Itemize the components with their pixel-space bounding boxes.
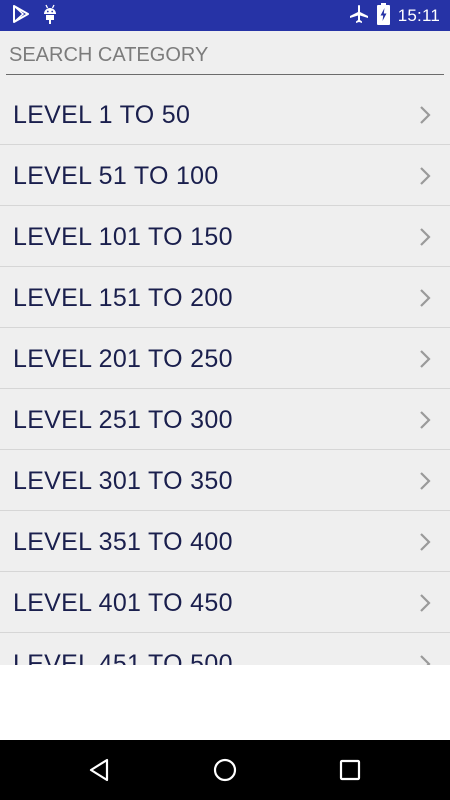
- list-item-label: LEVEL 401 TO 450: [13, 589, 233, 617]
- list-item[interactable]: LEVEL 251 TO 300: [0, 389, 450, 450]
- list-item-label: LEVEL 451 TO 500: [13, 650, 233, 665]
- chevron-right-icon: [420, 228, 431, 246]
- play-store-icon: [12, 4, 30, 28]
- status-bar: 15:11: [0, 0, 450, 31]
- status-time: 15:11: [397, 6, 440, 25]
- chevron-right-icon: [420, 167, 431, 185]
- chevron-right-icon: [420, 289, 431, 307]
- chevron-right-icon: [420, 411, 431, 429]
- battery-charging-icon: [376, 2, 390, 30]
- list-item[interactable]: LEVEL 451 TO 500: [0, 633, 450, 665]
- list-item[interactable]: LEVEL 201 TO 250: [0, 328, 450, 389]
- list-item-label: LEVEL 201 TO 250: [13, 345, 233, 373]
- chevron-right-icon: [420, 350, 431, 368]
- search-bar: [0, 31, 450, 84]
- list-item[interactable]: LEVEL 301 TO 350: [0, 450, 450, 511]
- list-item-label: LEVEL 51 TO 100: [13, 162, 219, 190]
- status-left-icons: [12, 4, 58, 29]
- app-screen: 15:11 LEVEL 1 TO 50 LEVEL 51 TO 100 LEVE…: [0, 0, 450, 800]
- chevron-right-icon: [420, 472, 431, 490]
- list-item[interactable]: LEVEL 151 TO 200: [0, 267, 450, 328]
- list-item-label: LEVEL 351 TO 400: [13, 528, 233, 556]
- list-item[interactable]: LEVEL 51 TO 100: [0, 145, 450, 206]
- list-item[interactable]: LEVEL 401 TO 450: [0, 572, 450, 633]
- status-right-icons: 15:11: [349, 2, 440, 30]
- navigation-bar: [0, 740, 450, 800]
- list-item[interactable]: LEVEL 1 TO 50: [0, 84, 450, 145]
- search-input[interactable]: [6, 37, 444, 75]
- list-item-label: LEVEL 301 TO 350: [13, 467, 233, 495]
- list-item[interactable]: LEVEL 351 TO 400: [0, 511, 450, 572]
- list-item-label: LEVEL 1 TO 50: [13, 101, 191, 129]
- list-item-label: LEVEL 251 TO 300: [13, 406, 233, 434]
- list-item-label: LEVEL 101 TO 150: [13, 223, 233, 251]
- level-category-list: LEVEL 1 TO 50 LEVEL 51 TO 100 LEVEL 101 …: [0, 84, 450, 665]
- airplane-mode-icon: [349, 4, 369, 29]
- home-icon[interactable]: [211, 756, 239, 784]
- chevron-right-icon: [420, 594, 431, 612]
- list-item[interactable]: LEVEL 101 TO 150: [0, 206, 450, 267]
- android-debug-icon: [42, 4, 58, 29]
- back-icon[interactable]: [86, 756, 114, 784]
- chevron-right-icon: [420, 655, 431, 665]
- chevron-right-icon: [420, 533, 431, 551]
- chevron-right-icon: [420, 106, 431, 124]
- blank-area: [0, 665, 450, 740]
- main-content: LEVEL 1 TO 50 LEVEL 51 TO 100 LEVEL 101 …: [0, 31, 450, 665]
- list-item-label: LEVEL 151 TO 200: [13, 284, 233, 312]
- recents-icon[interactable]: [336, 756, 364, 784]
